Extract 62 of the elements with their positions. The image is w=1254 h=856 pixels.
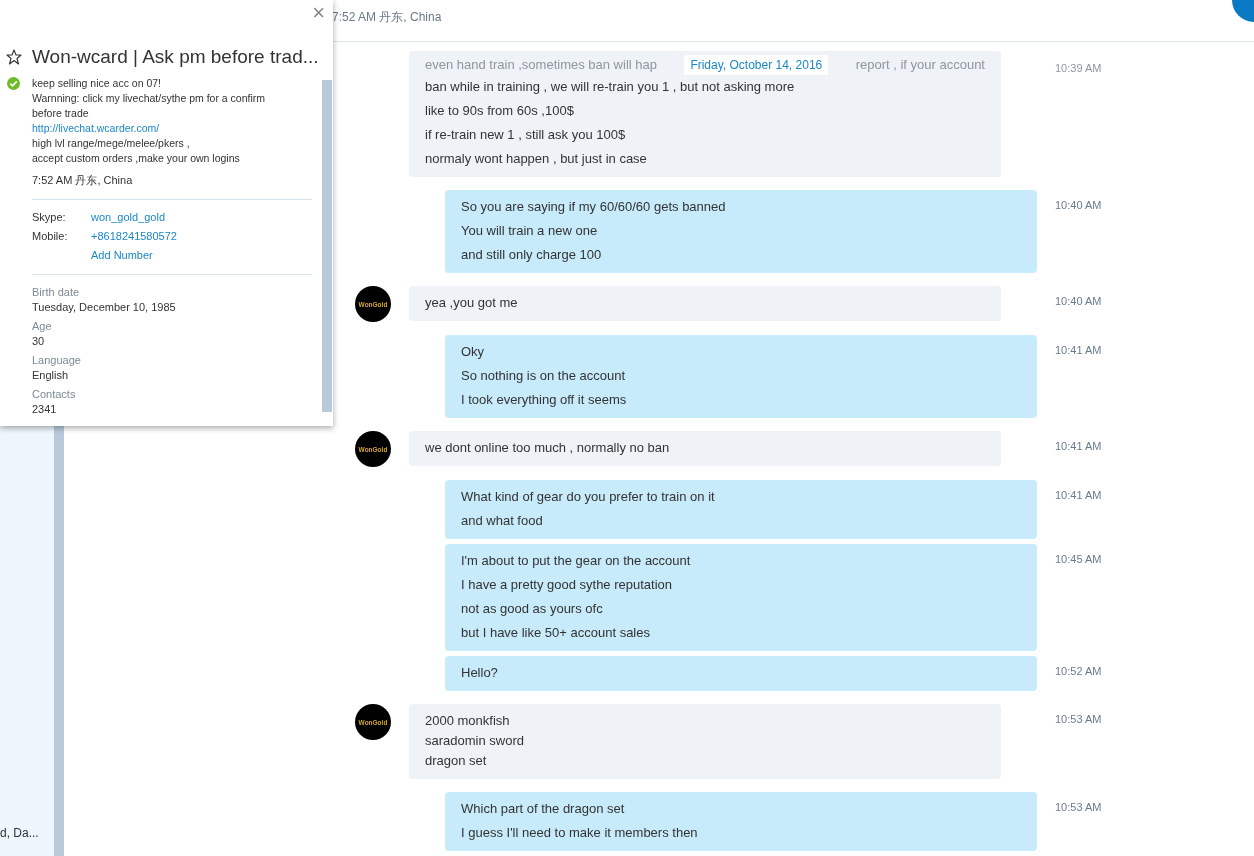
field-value: Tuesday, December 10, 1985	[32, 300, 177, 315]
message-text: ban while in training , we will re-train you 1 , but not asking more	[425, 78, 796, 96]
contact-link[interactable]: Add Number	[91, 248, 312, 263]
message-time: 10:45 AM	[1055, 553, 1102, 565]
message-text: yea ,you got me	[425, 294, 519, 312]
profile-name: Won-wcard | Ask pm before trad...	[32, 46, 319, 68]
message-text: and still only charge 100	[461, 246, 603, 264]
scrollbar-thumb[interactable]	[322, 80, 332, 412]
message-text: normaly wont happen , but just in case	[425, 150, 648, 168]
mood-link[interactable]: http://livechat.wcarder.com/	[32, 121, 265, 136]
message-text: I took everything off it seems	[461, 391, 628, 409]
message-time: 10:41 AM	[1055, 344, 1102, 356]
field-label: Language	[32, 353, 82, 368]
message-text: I have a pretty good sythe reputation	[461, 576, 674, 594]
mood-text: before trade	[32, 106, 90, 121]
message-text: You will train a new one	[461, 222, 599, 240]
message-text: if re-train new 1 , still ask you 100$	[425, 126, 627, 144]
message-time: 10:40 AM	[1055, 199, 1102, 211]
contact-link[interactable]: +8618241580572	[91, 229, 312, 244]
field-value: 2341	[32, 402, 58, 417]
mood-text: Warnning: click my livechat/sythe pm for a confirm	[32, 91, 265, 106]
message-text: we dont online too much , normally no ban	[425, 439, 671, 457]
field-value: English	[32, 368, 70, 383]
message-text: I'm about to put the gear on the account	[461, 552, 692, 570]
message-text: Oky	[461, 343, 486, 361]
field-label: Mobile:	[32, 229, 69, 244]
star-icon[interactable]	[6, 49, 22, 65]
field-value: 30	[32, 334, 46, 349]
message-text: dragon set	[425, 752, 488, 770]
message-text: What kind of gear do you prefer to train on it	[461, 488, 716, 506]
message-text: saradomin sword	[425, 732, 525, 750]
message-time: 10:53 AM	[1055, 801, 1102, 813]
contact-link[interactable]: won_gold_gold	[91, 210, 312, 225]
message-time: 10:52 AM	[1055, 665, 1102, 677]
contact-list-item[interactable]: d, Da...	[0, 826, 54, 840]
field-label: Age	[32, 319, 53, 334]
local-time: 7:52 AM 丹东, China	[32, 173, 134, 188]
faded-message-text: even hand train ,sometimes ban will hap	[425, 56, 657, 74]
message-time: 10:39 AM	[1055, 62, 1102, 74]
message-text: So you are saying if my 60/60/60 gets banned	[461, 198, 727, 216]
mood-text: keep selling nice acc on 07!	[32, 76, 162, 91]
close-button[interactable]: ×	[312, 2, 325, 24]
field-label: Skype:	[32, 210, 67, 225]
mood-text: accept custom orders ,make your own logins	[32, 151, 241, 166]
message-text: but I have like 50+ account sales	[461, 624, 651, 642]
message-time: 10:53 AM	[1055, 713, 1102, 725]
message-text: like to 90s from 60s ,100$	[425, 102, 575, 120]
message-text: Which part of the dragon set	[461, 800, 626, 818]
message-text: not as good as yours ofc	[461, 600, 604, 618]
message-text: Hello?	[461, 664, 499, 682]
faded-message-text: report , if your account	[855, 56, 985, 74]
header-subtitle: 7:52 AM 丹东, China	[332, 9, 442, 26]
message-text: 2000 monkfish	[425, 712, 511, 730]
mood-text: high lvl range/mege/melee/pkers ,	[32, 136, 191, 151]
field-label: Contacts	[32, 387, 77, 402]
message-text: So nothing is on the account	[461, 367, 627, 385]
message-text: and what food	[461, 512, 544, 530]
message-time: 10:41 AM	[1055, 489, 1102, 501]
message-text: I guess I'll need to make it members then	[461, 824, 699, 842]
field-label: Birth date	[32, 285, 81, 300]
message-time: 10:40 AM	[1055, 295, 1102, 307]
message-time: 10:41 AM	[1055, 440, 1102, 452]
